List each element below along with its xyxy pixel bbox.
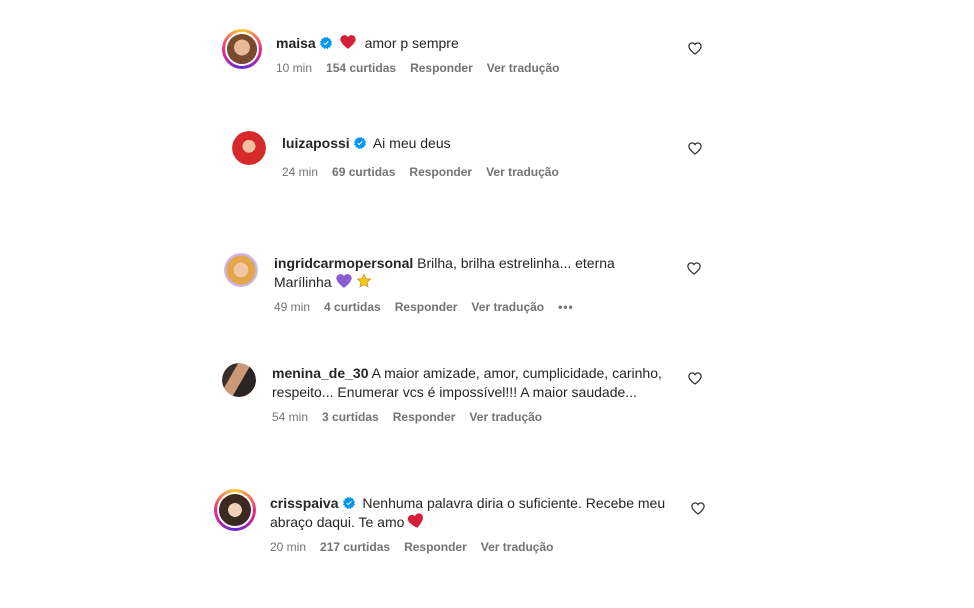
reply-button[interactable]: Responder xyxy=(393,410,456,424)
username[interactable]: maisa xyxy=(276,35,316,51)
comment-time[interactable]: 49 min xyxy=(274,300,310,314)
red-heart-icon xyxy=(406,511,427,530)
translate-button[interactable]: Ver tradução xyxy=(471,300,544,314)
purple-heart-icon xyxy=(335,273,353,289)
comment-text: Nenhuma palavra diria o suficiente. Rece… xyxy=(362,495,666,511)
reply-button[interactable]: Responder xyxy=(395,300,458,314)
like-heart-icon[interactable] xyxy=(691,502,705,515)
avatar[interactable] xyxy=(224,253,258,287)
username[interactable]: menina_de_30 xyxy=(272,365,369,381)
comment-time[interactable]: 20 min xyxy=(270,540,306,554)
like-heart-icon[interactable] xyxy=(688,42,702,55)
comment-text: amor p sempre xyxy=(364,35,459,51)
translate-button[interactable]: Ver tradução xyxy=(481,540,554,554)
like-heart-icon[interactable] xyxy=(688,142,702,155)
comment-text: A maior amizade, amor, cumplicidade, car… xyxy=(371,365,662,381)
translate-button[interactable]: Ver tradução xyxy=(469,410,542,424)
comment-time[interactable]: 10 min xyxy=(276,61,312,75)
star-icon xyxy=(356,273,372,288)
likes-count[interactable]: 69 curtidas xyxy=(332,165,395,179)
avatar[interactable] xyxy=(222,363,256,397)
like-heart-icon[interactable] xyxy=(687,262,701,275)
red-heart-icon xyxy=(339,34,357,50)
like-heart-icon[interactable] xyxy=(688,372,702,385)
comment-text-continued: abraço daqui. Te amo xyxy=(270,514,405,530)
comment-text: Ai meu deus xyxy=(372,135,451,151)
avatar[interactable] xyxy=(214,489,256,531)
username[interactable]: ingridcarmopersonal xyxy=(274,255,413,271)
verified-badge-icon xyxy=(354,137,366,149)
comment-time[interactable]: 54 min xyxy=(272,410,308,424)
avatar[interactable] xyxy=(232,131,266,165)
reply-button[interactable]: Responder xyxy=(404,540,467,554)
comment-text-continued: respeito... Enumerar vcs é impossível!!!… xyxy=(272,384,637,400)
username[interactable]: crisspaiva xyxy=(270,495,339,511)
reply-button[interactable]: Responder xyxy=(410,61,473,75)
comment-time[interactable]: 24 min xyxy=(282,165,318,179)
likes-count[interactable]: 4 curtidas xyxy=(324,300,381,314)
avatar[interactable] xyxy=(222,29,262,69)
likes-count[interactable]: 154 curtidas xyxy=(326,61,396,75)
likes-count[interactable]: 217 curtidas xyxy=(320,540,390,554)
verified-badge-icon xyxy=(343,497,355,509)
likes-count[interactable]: 3 curtidas xyxy=(322,410,379,424)
more-options-icon[interactable]: ••• xyxy=(558,300,574,314)
reply-button[interactable]: Responder xyxy=(409,165,472,179)
comment-text: Brilha, brilha estrelinha... eterna xyxy=(417,255,615,271)
username[interactable]: luizapossi xyxy=(282,135,350,151)
translate-button[interactable]: Ver tradução xyxy=(486,165,559,179)
translate-button[interactable]: Ver tradução xyxy=(487,61,560,75)
comment-text-continued: Marílinha xyxy=(274,274,332,290)
verified-badge-icon xyxy=(320,37,332,49)
